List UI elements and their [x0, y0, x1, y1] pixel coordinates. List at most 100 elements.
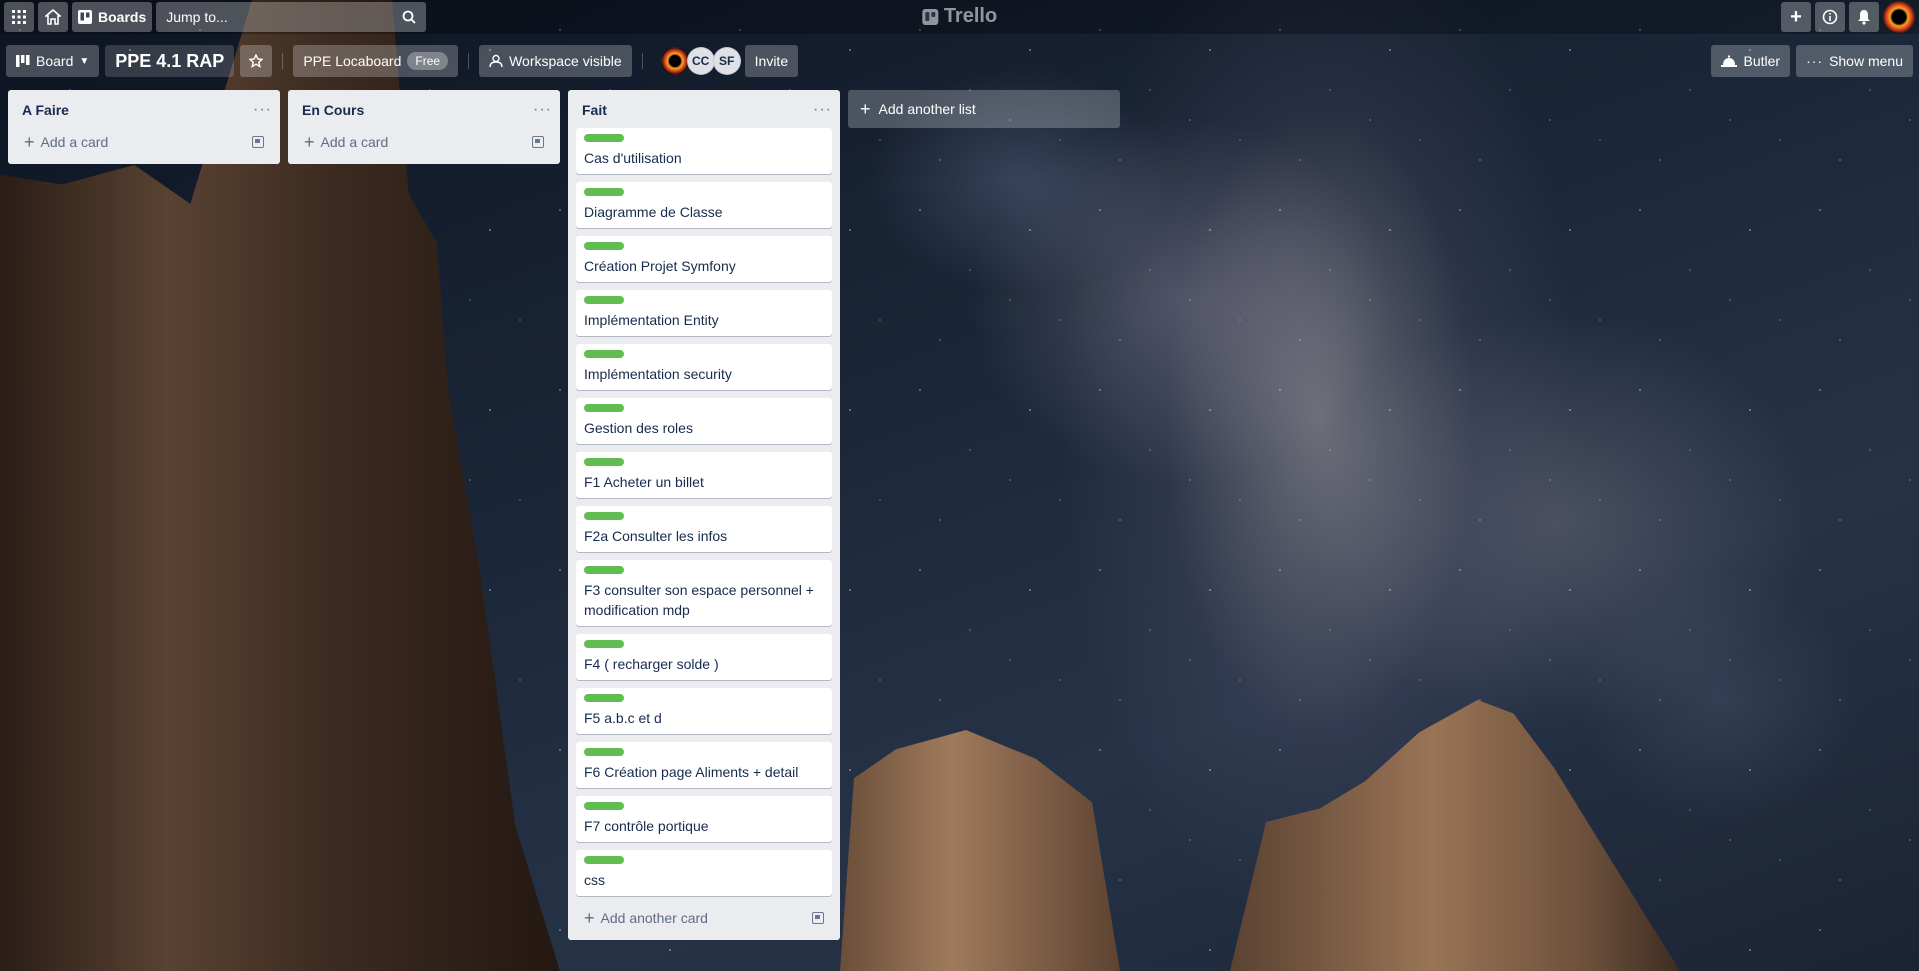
- add-card-button[interactable]: + Add a card: [296, 128, 552, 156]
- invite-button[interactable]: Invite: [744, 45, 799, 77]
- card-title: F6 Création page Aliments + detail: [584, 764, 799, 780]
- list-header: Fait ···: [568, 90, 840, 128]
- card-label-green[interactable]: [584, 458, 624, 466]
- card-template-icon[interactable]: [812, 912, 824, 924]
- card-label-green[interactable]: [584, 134, 624, 142]
- card-label-green[interactable]: [584, 748, 624, 756]
- visibility-button[interactable]: Workspace visible: [479, 45, 632, 77]
- home-button[interactable]: [38, 2, 68, 32]
- card[interactable]: F4 ( recharger solde ): [576, 634, 832, 680]
- list-header: En Cours ···: [288, 90, 560, 128]
- background-rock-right: [1230, 700, 1680, 971]
- user-avatar[interactable]: [1883, 1, 1915, 33]
- card-title: css: [584, 872, 605, 888]
- member-avatar[interactable]: CC: [686, 47, 715, 75]
- apps-button[interactable]: [4, 2, 34, 32]
- search-box[interactable]: [156, 2, 427, 32]
- board-view-label: Board: [36, 53, 74, 69]
- board-view-switcher[interactable]: Board ▼: [6, 45, 100, 77]
- butler-button[interactable]: Butler: [1711, 45, 1791, 77]
- card-title: F4 ( recharger solde ): [584, 656, 719, 672]
- card[interactable]: Création Projet Symfony: [576, 236, 832, 282]
- card-label-green[interactable]: [584, 512, 624, 520]
- top-navigation-bar: Boards Trello +: [0, 0, 1919, 34]
- list-title[interactable]: A Faire: [22, 102, 69, 118]
- plus-icon: +: [304, 132, 315, 152]
- card[interactable]: F1 Acheter un billet: [576, 452, 832, 498]
- add-list-button[interactable]: + Add another list: [848, 90, 1120, 128]
- boards-label: Boards: [98, 9, 147, 25]
- card-label-green[interactable]: [584, 802, 624, 810]
- card[interactable]: F6 Création page Aliments + detail: [576, 742, 832, 788]
- card-title: Cas d'utilisation: [584, 150, 682, 166]
- card[interactable]: F2a Consulter les infos: [576, 506, 832, 552]
- card-label-green[interactable]: [584, 694, 624, 702]
- list-fait: Fait ··· Cas d'utilisation Diagramme de …: [568, 90, 840, 940]
- search-input[interactable]: [166, 9, 367, 25]
- card-label-green[interactable]: [584, 640, 624, 648]
- card-label-green[interactable]: [584, 242, 624, 250]
- member-avatar[interactable]: [660, 47, 689, 75]
- card[interactable]: Implémentation security: [576, 344, 832, 390]
- star-board-button[interactable]: [240, 45, 273, 77]
- butler-label: Butler: [1743, 53, 1781, 69]
- search-icon: [402, 10, 416, 24]
- card-template-icon[interactable]: [252, 136, 264, 148]
- apps-grid-icon: [12, 10, 26, 24]
- workspace-name: PPE Locaboard: [303, 53, 402, 69]
- plus-icon: +: [24, 132, 35, 152]
- plus-icon: +: [860, 99, 871, 119]
- list-menu-icon[interactable]: ···: [253, 102, 272, 118]
- list-menu-icon[interactable]: ···: [533, 102, 552, 118]
- card[interactable]: css: [576, 850, 832, 896]
- add-card-button[interactable]: + Add a card: [16, 128, 272, 156]
- info-icon: [1822, 9, 1838, 25]
- card-label-green[interactable]: [584, 350, 624, 358]
- card-label-green[interactable]: [584, 856, 624, 864]
- card[interactable]: Implémentation Entity: [576, 290, 832, 336]
- card[interactable]: Diagramme de Classe: [576, 182, 832, 228]
- home-icon: [45, 9, 61, 25]
- notifications-button[interactable]: [1849, 2, 1879, 32]
- list-title[interactable]: En Cours: [302, 102, 364, 118]
- card[interactable]: Gestion des roles: [576, 398, 832, 444]
- board-title[interactable]: PPE 4.1 RAP: [105, 45, 235, 77]
- list-menu-icon[interactable]: ···: [813, 102, 832, 118]
- star-icon: [249, 54, 264, 68]
- boards-button[interactable]: Boards: [72, 2, 153, 32]
- card-title: Diagramme de Classe: [584, 204, 723, 220]
- card[interactable]: Cas d'utilisation: [576, 128, 832, 174]
- card-title: F7 contrôle portique: [584, 818, 709, 834]
- card-label-green[interactable]: [584, 404, 624, 412]
- workspace-plan-badge: Free: [407, 52, 449, 70]
- card[interactable]: F5 a.b.c et d: [576, 688, 832, 734]
- card-label-green[interactable]: [584, 296, 624, 304]
- board-members: CC SF: [660, 47, 741, 75]
- butler-bell-icon: [1721, 55, 1738, 67]
- card[interactable]: F7 contrôle portique: [576, 796, 832, 842]
- create-button[interactable]: +: [1781, 2, 1811, 32]
- card-label-green[interactable]: [584, 188, 624, 196]
- card[interactable]: F3 consulter son espace personnel + modi…: [576, 560, 832, 626]
- card-title: F3 consulter son espace personnel + modi…: [584, 582, 814, 618]
- divider: [282, 53, 284, 69]
- plus-icon: +: [584, 908, 595, 928]
- card-template-icon[interactable]: [532, 136, 544, 148]
- list-header: A Faire ···: [8, 90, 280, 128]
- workspace-button[interactable]: PPE Locaboard Free: [293, 45, 459, 77]
- list-en-cours: En Cours ··· + Add a card: [288, 90, 560, 164]
- member-avatar[interactable]: SF: [712, 47, 741, 75]
- list-title[interactable]: Fait: [582, 102, 607, 118]
- divider: [468, 53, 470, 69]
- card-title: F1 Acheter un billet: [584, 474, 704, 490]
- add-list-label: Add another list: [878, 101, 976, 117]
- trello-logo[interactable]: Trello: [921, 5, 997, 28]
- card-title: Implémentation Entity: [584, 312, 719, 328]
- show-menu-button[interactable]: ··· Show menu: [1796, 45, 1913, 77]
- information-button[interactable]: [1815, 2, 1845, 32]
- bell-icon: [1858, 10, 1870, 25]
- add-card-button[interactable]: + Add another card: [576, 904, 832, 932]
- card-label-green[interactable]: [584, 566, 624, 574]
- card-title: F5 a.b.c et d: [584, 710, 662, 726]
- add-card-label: Add a card: [40, 134, 109, 150]
